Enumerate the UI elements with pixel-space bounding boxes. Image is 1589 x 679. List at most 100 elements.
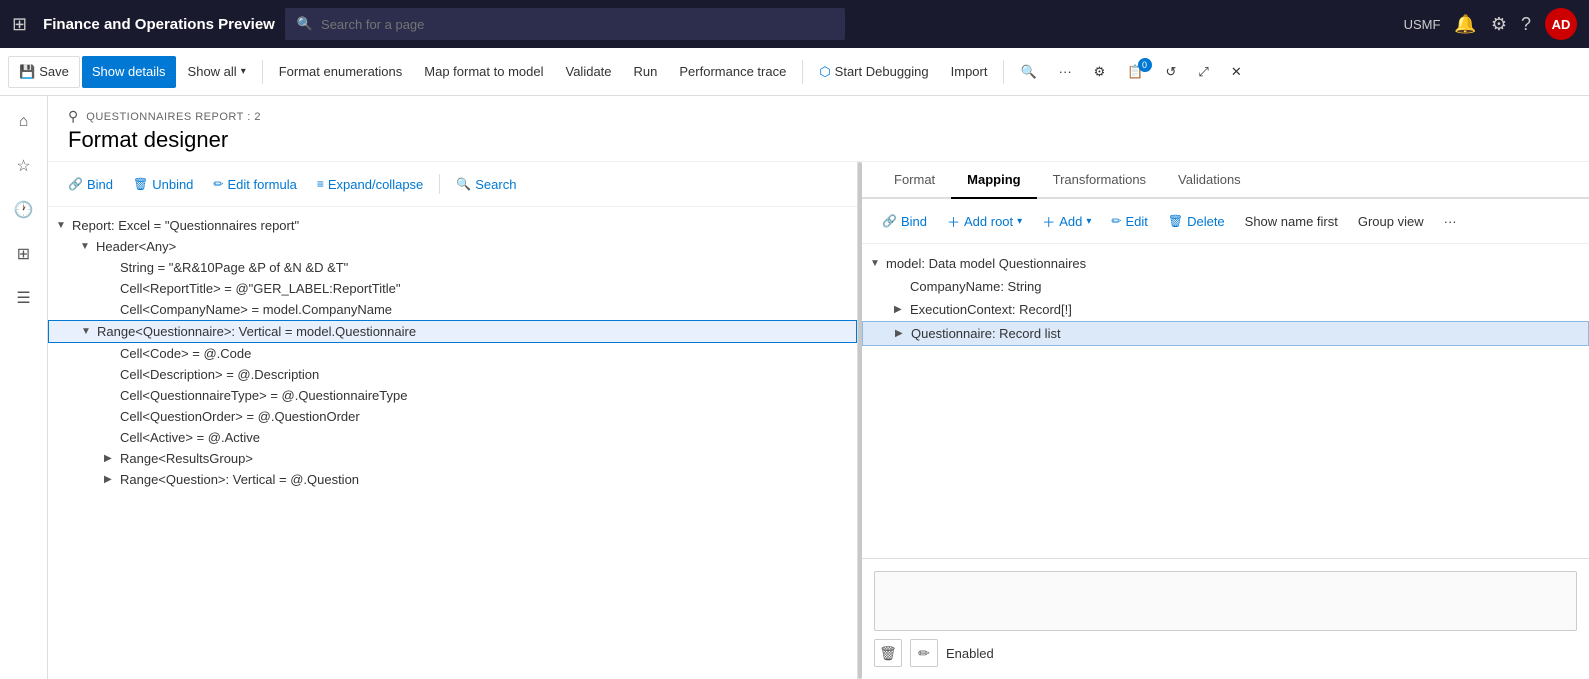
add-chevron: ▾ xyxy=(1086,216,1091,227)
expand-icon: ≡ xyxy=(317,177,324,191)
tree-item[interactable]: Cell<QuestionnaireType> = @.Questionnair… xyxy=(48,385,857,406)
tree-item[interactable]: Cell<ReportTitle> = @"GER_LABEL:ReportTi… xyxy=(48,278,857,299)
tree-item-label: Range<ResultsGroup> xyxy=(120,451,253,466)
right-tree-item[interactable]: ▶ExecutionContext: Record[!] xyxy=(862,298,1589,321)
bind-button-right[interactable]: 🔗 Bind xyxy=(874,207,935,235)
more-right-button[interactable]: ··· xyxy=(1436,207,1465,235)
bind-button-left[interactable]: 🔗 Bind xyxy=(60,170,121,198)
trash-icon-btn[interactable]: 🗑 xyxy=(874,639,902,667)
validate-button[interactable]: Validate xyxy=(556,56,622,88)
show-all-chevron: ▾ xyxy=(241,66,246,77)
open-in-new-button[interactable]: ⤢ xyxy=(1188,56,1218,88)
expand-collapse-button[interactable]: ≡ Expand/collapse xyxy=(309,170,431,198)
start-debugging-button[interactable]: ⬡ Start Debugging xyxy=(809,56,938,88)
tree-arrow: ▶ xyxy=(104,474,116,485)
left-tree: ▼Report: Excel = "Questionnaires report"… xyxy=(48,207,857,679)
close-button[interactable]: ✕ xyxy=(1221,56,1252,88)
run-button[interactable]: Run xyxy=(624,56,668,88)
breadcrumb: QUESTIONNAIRES REPORT : 2 xyxy=(86,111,261,123)
sidebar-list-icon[interactable]: ☰ xyxy=(6,280,42,316)
sidebar-home-icon[interactable]: ⌂ xyxy=(6,104,42,140)
formula-input[interactable] xyxy=(874,571,1577,631)
tree-item-label: Cell<ReportTitle> = @"GER_LABEL:ReportTi… xyxy=(120,281,401,296)
grid-icon[interactable]: ⊞ xyxy=(12,14,27,35)
settings-icon[interactable]: ⚙ xyxy=(1491,14,1507,35)
show-all-button[interactable]: Show all ▾ xyxy=(178,56,256,88)
right-tree-item[interactable]: ▼ model: Data model Questionnaires xyxy=(862,252,1589,275)
tree-item[interactable]: Cell<QuestionOrder> = @.QuestionOrder xyxy=(48,406,857,427)
split-pane: 🔗 Bind 🗑 Unbind ✏ Edit formula ≡ Expand/… xyxy=(48,162,1589,679)
right-tree-item[interactable]: CompanyName: String xyxy=(862,275,1589,298)
tree-arrow xyxy=(104,262,116,273)
tab-format[interactable]: Format xyxy=(878,162,951,199)
tree-item-label: Range<Questionnaire>: Vertical = model.Q… xyxy=(97,324,416,339)
tree-item[interactable]: Cell<Description> = @.Description xyxy=(48,364,857,385)
edit-pencil-btn[interactable]: ✏ xyxy=(910,639,938,667)
tree-item-label: Header<Any> xyxy=(96,239,176,254)
tree-item[interactable]: ▶Range<ResultsGroup> xyxy=(48,448,857,469)
search-toolbar-button[interactable]: 🔍 xyxy=(1010,56,1046,88)
sidebar-history-icon[interactable]: 🕐 xyxy=(6,192,42,228)
save-button[interactable]: 💾 Save xyxy=(8,56,80,88)
tree-item[interactable]: ▼Range<Questionnaire>: Vertical = model.… xyxy=(48,320,857,343)
help-icon[interactable]: ? xyxy=(1521,14,1531,35)
right-tree-item[interactable]: ▶Questionnaire: Record list xyxy=(862,321,1589,346)
filter-icon[interactable]: ⚲ xyxy=(68,108,78,125)
app-title: Finance and Operations Preview xyxy=(43,16,275,33)
sidebar-star-icon[interactable]: ☆ xyxy=(6,148,42,184)
refresh-button[interactable]: ↺ xyxy=(1156,56,1187,88)
show-name-first-button[interactable]: Show name first xyxy=(1237,207,1346,235)
top-nav: ⊞ Finance and Operations Preview 🔍 USMF … xyxy=(0,0,1589,48)
edit-button-right[interactable]: ✏ Edit xyxy=(1103,207,1155,235)
map-format-to-model-button[interactable]: Map format to model xyxy=(414,56,553,88)
plus-icon-root: ＋ xyxy=(947,212,960,231)
group-view-button[interactable]: Group view xyxy=(1350,207,1432,235)
right-tree-item-label: CompanyName: String xyxy=(910,279,1042,294)
right-bottom: 🗑 ✏ Enabled xyxy=(862,558,1589,679)
performance-trace-button[interactable]: Performance trace xyxy=(669,56,796,88)
link-icon: 🔗 xyxy=(68,177,83,191)
tree-arrow xyxy=(104,283,116,294)
tabs-bar: Format Mapping Transformations Validatio… xyxy=(862,162,1589,199)
tab-validations[interactable]: Validations xyxy=(1162,162,1257,199)
tree-item[interactable]: Cell<CompanyName> = model.CompanyName xyxy=(48,299,857,320)
search-button-left[interactable]: 🔍 Search xyxy=(448,170,524,198)
edit-icon: ✏ xyxy=(213,177,223,191)
sidebar-grid-icon[interactable]: ⊞ xyxy=(6,236,42,272)
tree-arrow xyxy=(104,411,116,422)
right-tree-item-label: model: Data model Questionnaires xyxy=(886,256,1086,271)
add-button[interactable]: ＋ Add ▾ xyxy=(1034,207,1099,235)
edit-formula-button[interactable]: ✏ Edit formula xyxy=(205,170,304,198)
left-panel: 🔗 Bind 🗑 Unbind ✏ Edit formula ≡ Expand/… xyxy=(48,162,858,679)
import-button[interactable]: Import xyxy=(941,56,998,88)
global-search-bar[interactable]: 🔍 xyxy=(285,8,845,40)
more-options-button[interactable]: ··· xyxy=(1049,56,1082,88)
tree-item[interactable]: Cell<Code> = @.Code xyxy=(48,343,857,364)
page-title: Format designer xyxy=(68,127,1569,153)
settings-toolbar-button[interactable]: ⚙ xyxy=(1084,56,1116,88)
search-input[interactable] xyxy=(321,17,833,32)
notification-icon[interactable]: 🔔 xyxy=(1454,14,1476,35)
unbind-button[interactable]: 🗑 Unbind xyxy=(125,170,201,198)
tab-mapping[interactable]: Mapping xyxy=(951,162,1036,199)
tree-item[interactable]: ▼Report: Excel = "Questionnaires report" xyxy=(48,215,857,236)
right-panel: Format Mapping Transformations Validatio… xyxy=(862,162,1589,679)
add-root-button[interactable]: ＋ Add root ▾ xyxy=(939,207,1030,235)
tree-item[interactable]: Cell<Active> = @.Active xyxy=(48,427,857,448)
unbind-icon: 🗑 xyxy=(133,177,148,191)
tree-item-label: Report: Excel = "Questionnaires report" xyxy=(72,218,299,233)
right-tree-arrow: ▼ xyxy=(870,258,882,269)
toolbar-separator-1 xyxy=(262,60,263,84)
delete-button[interactable]: 🗑 Delete xyxy=(1160,207,1233,235)
notifications-toolbar-button[interactable]: 📋 0 xyxy=(1117,56,1153,88)
tree-item[interactable]: ▼Header<Any> xyxy=(48,236,857,257)
format-enumerations-button[interactable]: Format enumerations xyxy=(269,56,413,88)
tab-transformations[interactable]: Transformations xyxy=(1037,162,1162,199)
right-tree-item-label: Questionnaire: Record list xyxy=(911,326,1061,341)
tree-item[interactable]: String = "&R&10Page &P of &N &D &T" xyxy=(48,257,857,278)
debug-icon: ⬡ xyxy=(819,64,830,80)
show-details-button[interactable]: Show details xyxy=(82,56,176,88)
tree-item[interactable]: ▶Range<Question>: Vertical = @.Question xyxy=(48,469,857,490)
avatar[interactable]: AD xyxy=(1545,8,1577,40)
link-icon-right: 🔗 xyxy=(882,214,897,228)
